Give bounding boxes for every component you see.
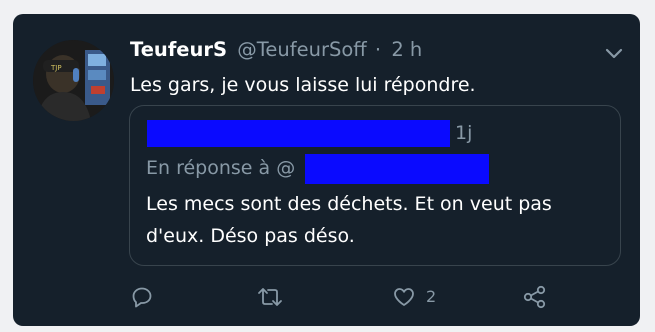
reply-icon [130, 285, 154, 309]
reply-to-label: En réponse à @ [146, 157, 296, 179]
redacted-name [147, 120, 450, 147]
retweet-button[interactable] [256, 284, 284, 310]
quoted-tweet-text: Les mecs sont des déchets. Et on veut pa… [146, 193, 552, 247]
display-name[interactable]: TeufeurS [130, 38, 227, 61]
like-button[interactable]: 2 [392, 284, 436, 310]
heart-icon [392, 285, 416, 309]
svg-text:TJP: TJP [50, 64, 62, 72]
redacted-handle [305, 154, 489, 184]
avatar[interactable]: TJP [33, 40, 114, 121]
share-icon [522, 284, 548, 310]
tweet-header: TeufeurS @TeufeurSoff · 2 h [130, 35, 422, 65]
retweet-icon [256, 285, 284, 309]
quoted-tweet[interactable]: 1j En réponse à @ Les mecs sont des déch… [129, 105, 621, 266]
quoted-tweet-time[interactable]: 1j [455, 119, 472, 147]
like-count: 2 [426, 287, 437, 306]
reply-button[interactable] [130, 284, 154, 310]
share-button[interactable] [522, 284, 548, 310]
tweet-card[interactable]: TJP TeufeurS @TeufeurSoff · 2 h Les gars… [13, 14, 640, 326]
separator: · [374, 38, 382, 61]
tweet-text: Les gars, je vous laisse lui répondre. [130, 74, 476, 96]
tweet-time[interactable]: 2 h [391, 38, 422, 61]
action-bar: 2 [130, 284, 570, 310]
chevron-down-icon[interactable] [605, 45, 623, 59]
user-handle[interactable]: @TeufeurSoff [237, 38, 366, 61]
